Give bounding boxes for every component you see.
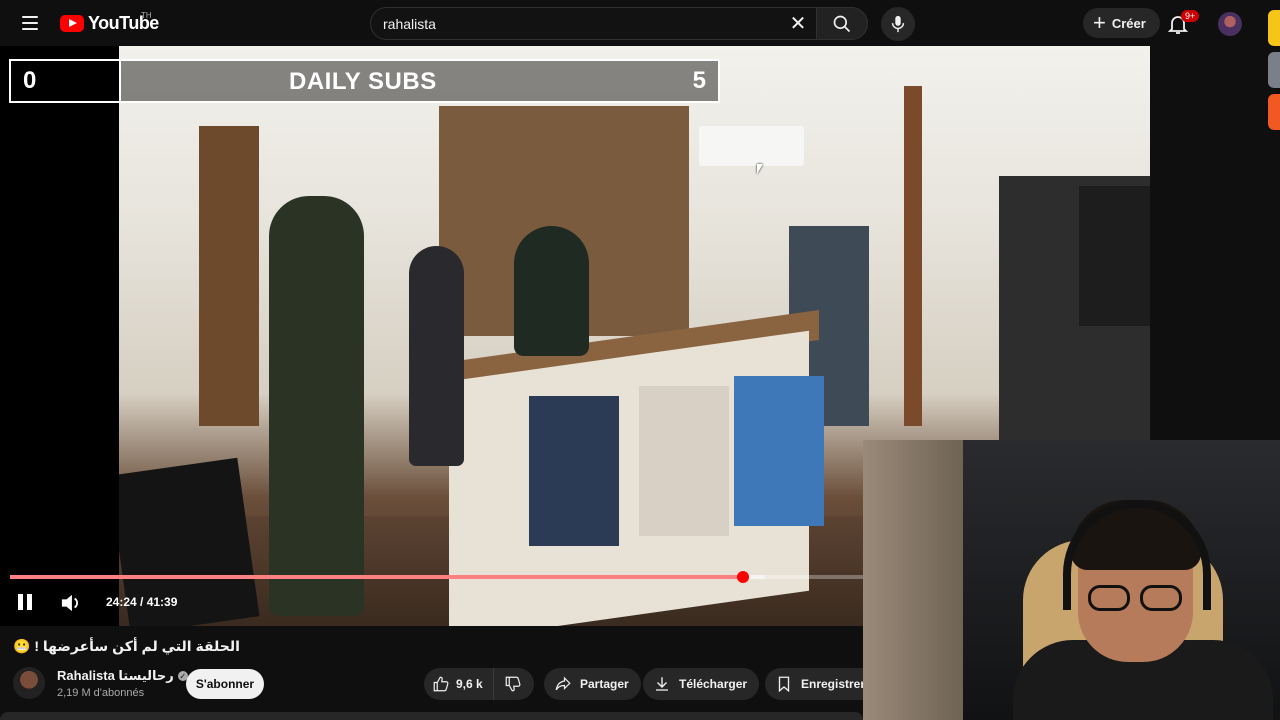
search-input[interactable]: rahalista ✕: [370, 7, 816, 40]
daily-subs-overlay: 0 DAILY SUBS 5: [9, 59, 720, 103]
thumbs-up-icon: [433, 676, 449, 692]
extension-icon-orange[interactable]: [1268, 94, 1280, 130]
video-scene-person: [269, 196, 364, 616]
clear-search-icon[interactable]: ✕: [782, 8, 814, 40]
subscriber-count: 2,19 M d'abonnés: [57, 687, 145, 699]
volume-icon[interactable]: [60, 593, 82, 613]
save-label: Enregistrer: [801, 677, 866, 691]
time-display: 24:24 / 41:39: [106, 595, 178, 609]
account-avatar[interactable]: [1218, 12, 1242, 36]
search-icon: [833, 15, 851, 32]
youtube-play-icon: [60, 15, 84, 32]
download-icon: [656, 677, 668, 691]
progress-bar[interactable]: [10, 571, 863, 583]
channel-avatar[interactable]: [13, 667, 45, 699]
extension-icon-yellow[interactable]: [1268, 10, 1280, 46]
webcam-overlay: [863, 440, 1280, 720]
webcam-curtain: [863, 440, 963, 720]
description-box[interactable]: [0, 712, 863, 720]
video-scene-aircon: [699, 126, 804, 166]
video-scene-doorframe: [199, 126, 259, 426]
browser-extension-strip: [1268, 10, 1280, 136]
glasses-icon: [1088, 585, 1188, 611]
like-button[interactable]: 9,6 k: [424, 668, 494, 700]
create-button[interactable]: + Créer: [1083, 8, 1160, 38]
extension-icon-gray[interactable]: [1268, 52, 1280, 88]
mouse-cursor-icon: [757, 164, 763, 174]
video-scene-pillar: [904, 86, 922, 426]
create-label: Créer: [1111, 15, 1146, 31]
thumbs-down-icon: [505, 676, 521, 692]
video-scene-chalkboard: [1079, 186, 1150, 326]
search-button[interactable]: [816, 7, 868, 40]
player-controls: 24:24 / 41:39: [0, 586, 863, 626]
menu-icon[interactable]: [14, 8, 46, 38]
share-icon: [555, 676, 571, 691]
pause-icon[interactable]: [18, 594, 36, 612]
share-label: Partager: [580, 677, 629, 691]
share-button[interactable]: Partager: [544, 668, 641, 700]
video-scene-poster: [639, 386, 729, 536]
overlay-divider: [119, 61, 121, 101]
progress-buffer: [10, 575, 765, 579]
video-scene-poster: [734, 376, 824, 526]
like-count: 9,6 k: [456, 677, 483, 691]
microphone-icon: [891, 15, 905, 33]
channel-name-row[interactable]: Rahalista رحاليستا ✓: [57, 668, 188, 684]
dislike-button[interactable]: [494, 668, 532, 700]
video-scene-poster: [529, 396, 619, 546]
bookmark-icon: [778, 676, 790, 693]
daily-subs-title: DAILY SUBS: [289, 68, 437, 95]
video-title: 😬 ! الحلقة التي لم أكن سأعرضها: [13, 638, 240, 654]
download-button[interactable]: Télécharger: [643, 668, 760, 700]
youtube-watch-page: YouTube TH rahalista ✕ + Créer 9+ 0 DAIL…: [0, 0, 1280, 720]
subscribe-button[interactable]: S'abonner: [186, 669, 264, 699]
country-code: TH: [141, 11, 152, 20]
download-label: Télécharger: [679, 677, 748, 691]
progress-scrubber[interactable]: [736, 571, 749, 583]
plus-icon: +: [1093, 10, 1106, 35]
voice-search-button[interactable]: [881, 7, 915, 41]
notification-count-badge: 9+: [1181, 10, 1200, 22]
like-dislike-group: 9,6 k: [424, 668, 534, 700]
top-bar: YouTube TH rahalista ✕ + Créer 9+: [0, 0, 1280, 130]
channel-name[interactable]: Rahalista رحاليستا: [57, 668, 174, 684]
video-scene-person: [409, 246, 464, 466]
video-scene-person: [514, 226, 589, 356]
search-value[interactable]: rahalista: [383, 16, 782, 32]
daily-subs-left-value: 0: [23, 67, 37, 94]
daily-subs-right-value: 5: [692, 67, 706, 94]
save-button[interactable]: Enregistrer: [765, 668, 878, 700]
